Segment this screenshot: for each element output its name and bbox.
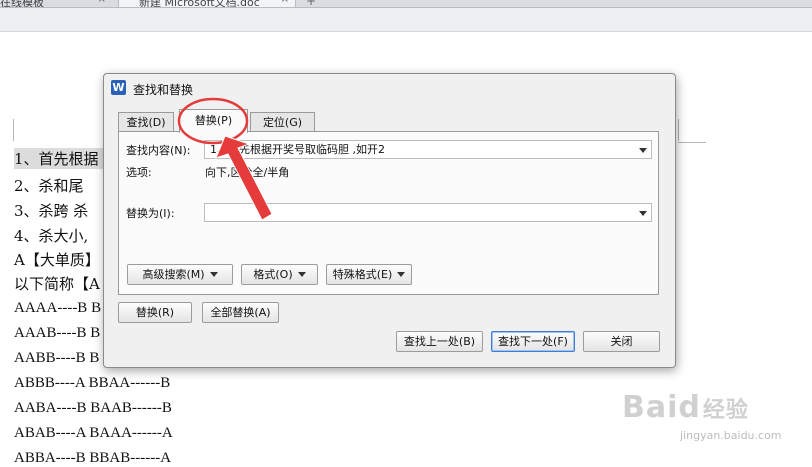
- watermark-brand-cn: 经验: [702, 398, 749, 423]
- new-tab-icon[interactable]: +: [306, 0, 316, 7]
- document-tab-strip: 在线模板 × 新建 Microsoft文档.doc × +: [0, 0, 812, 8]
- replace-with-combobox[interactable]: [204, 203, 652, 222]
- caret-down-icon: [397, 272, 406, 277]
- options-label: 选项:: [126, 166, 152, 179]
- chevron-down-icon[interactable]: [639, 211, 647, 216]
- document-line: 1、首先根据: [14, 148, 103, 169]
- format-label: 格式(O): [253, 268, 293, 281]
- close-icon[interactable]: ×: [98, 0, 106, 5]
- margin-corner-mark: [13, 119, 14, 141]
- margin-corner-mark: [678, 119, 679, 141]
- document-line: ABBA----B BBAB------A: [14, 450, 172, 466]
- special-format-button[interactable]: 特殊格式(E): [326, 264, 412, 285]
- find-what-combobox[interactable]: 1、首先根据开奖号取临码胆 ,如开2: [204, 140, 652, 159]
- find-what-label: 查找内容(N):: [126, 144, 191, 157]
- tab-new-document-label: 新建 Microsoft文档.doc: [139, 0, 260, 8]
- find-what-value: 1、首先根据开奖号取临码胆 ,如开2: [210, 143, 385, 156]
- document-line: AAAB----B B: [14, 325, 101, 341]
- tab-new-document[interactable]: 新建 Microsoft文档.doc ×: [118, 0, 296, 8]
- wps-logo-icon: W: [111, 80, 126, 95]
- close-icon[interactable]: ×: [281, 0, 289, 5]
- document-line: 2、杀和尾: [14, 177, 84, 195]
- document-line: A【大单质】: [14, 251, 100, 269]
- find-previous-button[interactable]: 查找上一处(B): [396, 331, 483, 352]
- tab-replace[interactable]: 替换(P): [179, 109, 248, 133]
- replace-all-button[interactable]: 全部替换(A): [202, 302, 279, 323]
- dialog-title: 查找和替换: [133, 83, 194, 97]
- toolbar-area: [0, 8, 812, 32]
- watermark-url: jingyan.baidu.com: [680, 429, 782, 442]
- caret-down-icon: [297, 272, 306, 277]
- close-button[interactable]: 关闭: [583, 331, 660, 352]
- margin-corner-mark: [678, 142, 706, 143]
- replace-with-label: 替换为(I):: [126, 207, 175, 220]
- document-line: 以下简称【A: [14, 275, 100, 293]
- tab-online-templates[interactable]: 在线模板 ×: [0, 0, 112, 8]
- dialog-title-bar[interactable]: W 查找和替换: [104, 74, 675, 102]
- document-line: 3、杀跨 杀: [14, 202, 89, 220]
- find-next-button[interactable]: 查找下一处(F): [491, 331, 575, 352]
- tab-online-templates-label: 在线模板: [0, 0, 44, 8]
- format-button[interactable]: 格式(O): [241, 264, 318, 285]
- advanced-search-label: 高级搜索(M): [142, 268, 205, 281]
- baidu-watermark: Baid经验: [622, 390, 749, 425]
- special-format-label: 特殊格式(E): [332, 268, 393, 281]
- caret-down-icon: [209, 272, 218, 277]
- tab-goto[interactable]: 定位(G): [250, 112, 315, 132]
- document-line: AABA----B BAAB------B: [14, 400, 172, 416]
- document-line: 4、杀大小,: [14, 227, 89, 245]
- tab-find[interactable]: 查找(D): [118, 112, 174, 132]
- replace-tab-panel: 查找内容(N): 1、首先根据开奖号取临码胆 ,如开2 选项: 向下,区分全/半…: [118, 131, 659, 295]
- document-line: ABAB----A BAAA------A: [14, 425, 173, 441]
- replace-button[interactable]: 替换(R): [118, 302, 192, 323]
- document-line: AAAA----B B: [14, 300, 102, 316]
- chevron-down-icon[interactable]: [639, 148, 647, 153]
- document-line: ABBB----A BBAA------B: [14, 375, 171, 391]
- document-line: AABB----B B: [14, 350, 100, 366]
- options-value: 向下,区分全/半角: [205, 166, 290, 179]
- advanced-search-button[interactable]: 高级搜索(M): [127, 264, 233, 285]
- watermark-brand: Baid: [622, 390, 701, 425]
- find-replace-dialog: W 查找和替换 查找(D) 替换(P) 定位(G) 查找内容(N): 1、首先根…: [103, 73, 676, 368]
